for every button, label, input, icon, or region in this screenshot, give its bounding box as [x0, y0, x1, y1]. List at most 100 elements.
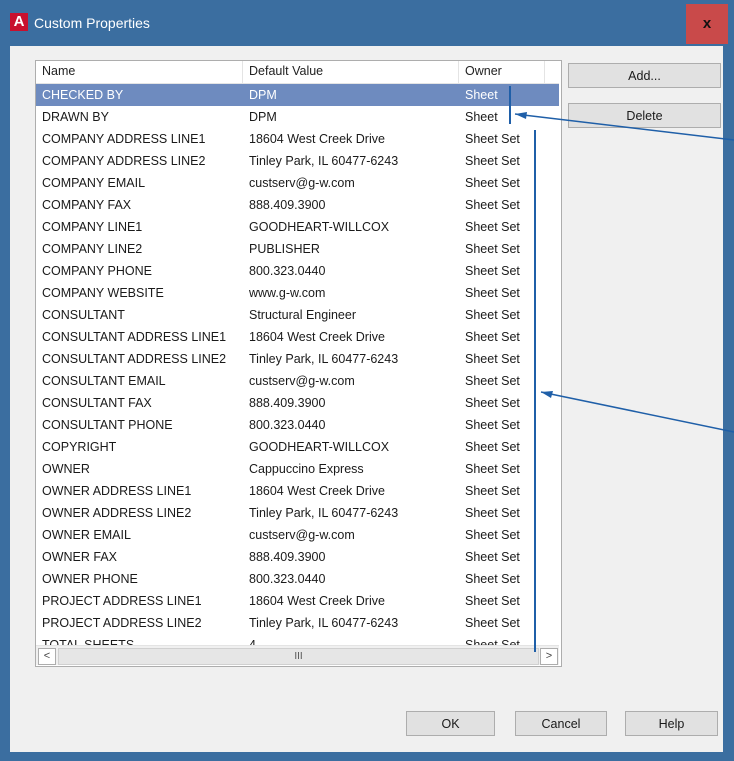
table-row[interactable]: COPYRIGHT GOODHEART-WILLCOX Sheet Set	[36, 436, 559, 458]
default-value-cell: GOODHEART-WILLCOX	[249, 220, 390, 234]
list-header: Name Default Value Owner	[36, 61, 559, 84]
property-name-cell: COMPANY LINE1	[42, 220, 143, 234]
close-button[interactable]: x	[686, 4, 728, 44]
default-value-cell: GOODHEART-WILLCOX	[249, 440, 390, 454]
default-value-cell: PUBLISHER	[249, 242, 320, 256]
table-row[interactable]: OWNER FAX 888.409.3900 Sheet Set	[36, 546, 559, 568]
column-divider[interactable]	[544, 61, 545, 83]
property-name-cell: COMPANY LINE2	[42, 242, 143, 256]
property-name-cell: OWNER	[42, 462, 90, 476]
owner-cell: Sheet Set	[465, 594, 520, 608]
owner-cell: Sheet	[465, 88, 498, 102]
property-name-cell: OWNER PHONE	[42, 572, 138, 586]
owner-cell: Sheet Set	[465, 330, 520, 344]
table-row[interactable]: DRAWN BY DPM Sheet	[36, 106, 559, 128]
table-row[interactable]: COMPANY PHONE 800.323.0440 Sheet Set	[36, 260, 559, 282]
owner-cell: Sheet Set	[465, 198, 520, 212]
owner-cell: Sheet Set	[465, 154, 520, 168]
owner-cell: Sheet Set	[465, 374, 520, 388]
default-value-cell: custserv@g-w.com	[249, 528, 355, 542]
cancel-button[interactable]: Cancel	[515, 711, 607, 736]
table-row[interactable]: COMPANY EMAIL custserv@g-w.com Sheet Set	[36, 172, 559, 194]
property-name-cell: CHECKED BY	[42, 88, 124, 102]
table-row[interactable]: PROJECT ADDRESS LINE2 Tinley Park, IL 604…	[36, 612, 559, 634]
table-row[interactable]: CONSULTANT EMAIL custserv@g-w.com Sheet Se…	[36, 370, 559, 392]
add-button[interactable]: Add...	[568, 63, 721, 88]
default-value-cell: 888.409.3900	[249, 550, 326, 564]
owner-cell: Sheet Set	[465, 484, 520, 498]
column-header-default-value[interactable]: Default Value	[249, 64, 323, 78]
property-name-cell: CONSULTANT ADDRESS LINE2	[42, 352, 227, 366]
scroll-thumb[interactable]: III	[58, 648, 539, 665]
owner-cell: Sheet Set	[465, 132, 520, 146]
table-row[interactable]: COMPANY ADDRESS LINE2 Tinley Park, IL 604…	[36, 150, 559, 172]
owner-cell: Sheet Set	[465, 220, 520, 234]
default-value-cell: www.g-w.com	[249, 286, 326, 300]
owner-cell: Sheet Set	[465, 616, 520, 630]
table-row[interactable]: OWNER ADDRESS LINE2 Tinley Park, IL 60477…	[36, 502, 559, 524]
help-button[interactable]: Help	[625, 711, 718, 736]
property-name-cell: PROJECT ADDRESS LINE2	[42, 616, 202, 630]
table-row[interactable]: CHECKED BY DPM Sheet	[36, 84, 559, 106]
window-title: Custom Properties	[34, 15, 150, 31]
owner-cell: Sheet Set	[465, 286, 520, 300]
horizontal-scrollbar[interactable]: < III >	[36, 645, 559, 665]
table-row[interactable]: OWNER PHONE 800.323.0440 Sheet Set	[36, 568, 559, 590]
column-divider[interactable]	[458, 61, 459, 83]
property-name-cell: OWNER ADDRESS LINE1	[42, 484, 192, 498]
table-row[interactable]: CONSULTANT Structural Engineer Sheet Set	[36, 304, 559, 326]
owner-cell: Sheet Set	[465, 528, 520, 542]
table-row[interactable]: OWNER Cappuccino Express Sheet Set	[36, 458, 559, 480]
title-bar[interactable]: A Custom Properties x	[0, 0, 734, 46]
table-row[interactable]: CONSULTANT ADDRESS LINE2 Tinley Park, IL …	[36, 348, 559, 370]
table-row[interactable]: COMPANY FAX 888.409.3900 Sheet Set	[36, 194, 559, 216]
owner-cell: Sheet Set	[465, 506, 520, 520]
default-value-cell: Cappuccino Express	[249, 462, 364, 476]
property-name-cell: CONSULTANT EMAIL	[42, 374, 166, 388]
default-value-cell: 800.323.0440	[249, 418, 326, 432]
default-value-cell: 888.409.3900	[249, 198, 326, 212]
column-header-name[interactable]: Name	[42, 64, 75, 78]
property-name-cell: COPYRIGHT	[42, 440, 117, 454]
property-name-cell: CONSULTANT	[42, 308, 125, 322]
property-name-cell: OWNER ADDRESS LINE2	[42, 506, 192, 520]
owner-cell: Sheet Set	[465, 396, 520, 410]
table-row[interactable]: PROJECT ADDRESS LINE1 18604 West Creek Dr…	[36, 590, 559, 612]
table-row[interactable]: COMPANY ADDRESS LINE1 18604 West Creek Dr…	[36, 128, 559, 150]
custom-properties-dialog: A Custom Properties x Name Default Value…	[0, 0, 734, 761]
table-row[interactable]: CONSULTANT ADDRESS LINE1 18604 West Creek…	[36, 326, 559, 348]
default-value-cell: 18604 West Creek Drive	[249, 132, 385, 146]
column-header-owner[interactable]: Owner	[465, 64, 502, 78]
property-name-cell: COMPANY WEBSITE	[42, 286, 164, 300]
default-value-cell: DPM	[249, 110, 277, 124]
property-name-cell: CONSULTANT FAX	[42, 396, 152, 410]
default-value-cell: Tinley Park, IL 60477-6243	[249, 154, 399, 168]
owner-cell: Sheet Set	[465, 418, 520, 432]
property-name-cell: CONSULTANT ADDRESS LINE1	[42, 330, 227, 344]
delete-button[interactable]: Delete	[568, 103, 721, 128]
owner-cell: Sheet Set	[465, 176, 520, 190]
property-name-cell: COMPANY PHONE	[42, 264, 152, 278]
table-row[interactable]: COMPANY LINE1 GOODHEART-WILLCOX Sheet Set	[36, 216, 559, 238]
scroll-left-button[interactable]: <	[38, 648, 56, 665]
default-value-cell: 18604 West Creek Drive	[249, 594, 385, 608]
default-value-cell: 18604 West Creek Drive	[249, 484, 385, 498]
scroll-right-button[interactable]: >	[540, 648, 558, 665]
table-row[interactable]: OWNER ADDRESS LINE1 18604 West Creek Driv…	[36, 480, 559, 502]
ok-button[interactable]: OK	[406, 711, 495, 736]
owner-cell: Sheet Set	[465, 572, 520, 586]
property-name-cell: COMPANY ADDRESS LINE2	[42, 154, 206, 168]
default-value-cell: Tinley Park, IL 60477-6243	[249, 506, 399, 520]
column-divider[interactable]	[242, 61, 243, 83]
property-name-cell: OWNER EMAIL	[42, 528, 131, 542]
table-row[interactable]: COMPANY LINE2 PUBLISHER Sheet Set	[36, 238, 559, 260]
owner-cell: Sheet Set	[465, 462, 520, 476]
table-row[interactable]: COMPANY WEBSITE www.g-w.com Sheet Set	[36, 282, 559, 304]
table-row[interactable]: OWNER EMAIL custserv@g-w.com Sheet Set	[36, 524, 559, 546]
table-row[interactable]: CONSULTANT PHONE 800.323.0440 Sheet Set	[36, 414, 559, 436]
table-row[interactable]: CONSULTANT FAX 888.409.3900 Sheet Set	[36, 392, 559, 414]
default-value-cell: DPM	[249, 88, 277, 102]
owner-cell: Sheet Set	[465, 242, 520, 256]
properties-list[interactable]: Name Default Value Owner CHECKED BY DPM Sh…	[35, 60, 562, 667]
default-value-cell: 888.409.3900	[249, 396, 326, 410]
